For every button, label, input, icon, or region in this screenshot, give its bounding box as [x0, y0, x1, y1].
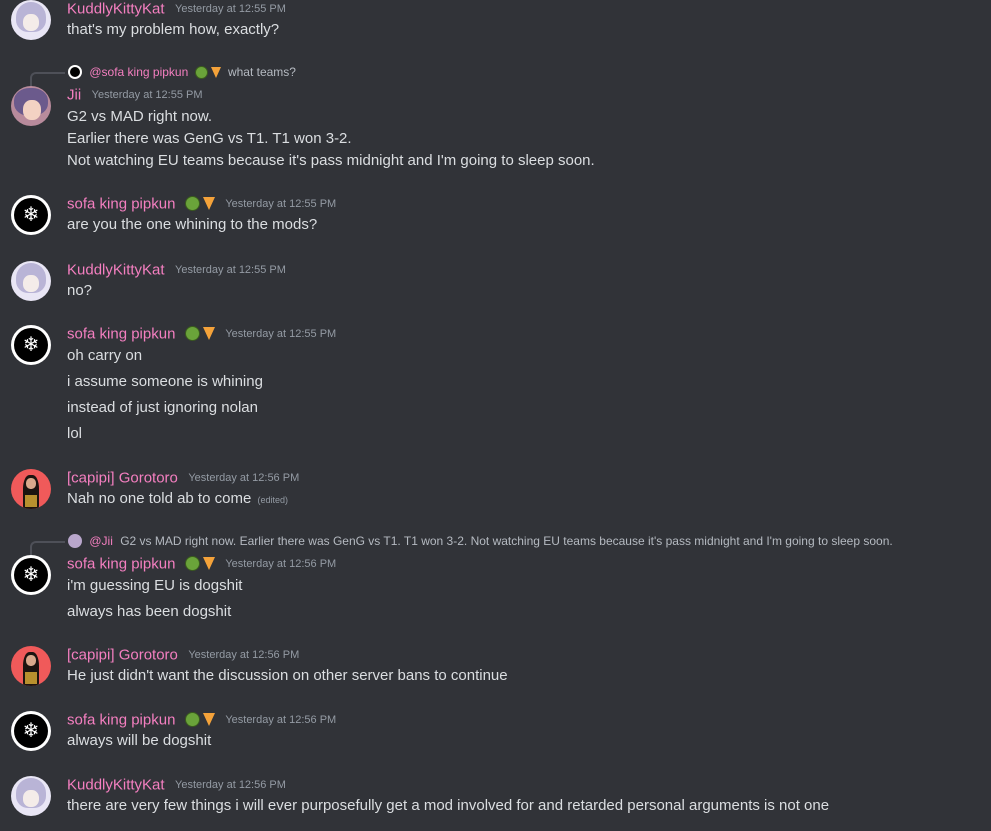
message-text: are you the one whining to the mods? — [67, 216, 318, 233]
reply-text: what teams? — [227, 64, 296, 79]
timestamp: Yesterday at 12:56 PM — [188, 471, 300, 484]
author-name[interactable]: sofa king pipkun — [67, 556, 175, 573]
author-name[interactable]: KuddlyKittyKat — [67, 261, 165, 278]
author-name[interactable]: [capipi] Gorotoro — [67, 469, 178, 486]
kiwi-icon — [194, 65, 208, 79]
reply-avatar — [68, 64, 82, 79]
kiwi-icon — [184, 712, 200, 728]
timestamp: Yesterday at 12:55 PM — [175, 2, 286, 15]
message-text: Nah no one told ab to come — [67, 490, 252, 507]
timestamp: Yesterday at 12:56 PM — [225, 558, 337, 570]
edited-label: (edited) — [257, 495, 288, 505]
avatar[interactable]: ❄ — [11, 555, 51, 595]
avatar[interactable] — [11, 469, 51, 509]
message-text: He just didn't want the discussion on ot… — [67, 667, 508, 684]
snowflake-icon: ❄ — [22, 720, 40, 742]
avatar[interactable]: ❄ — [11, 325, 51, 365]
avatar[interactable] — [11, 0, 51, 40]
message-text: no? — [67, 282, 93, 299]
author-name[interactable]: sofa king pipkun — [67, 326, 175, 343]
message-text: Not watching EU teams because it's pass … — [67, 152, 595, 169]
message-text: i assume someone is whining — [67, 373, 263, 390]
avatar[interactable] — [11, 646, 51, 686]
message-text: oh carry on — [67, 347, 143, 364]
message-text: always will be dogshit — [67, 732, 212, 749]
snowflake-icon: ❄ — [22, 564, 40, 586]
snowflake-icon: ❄ — [22, 204, 40, 226]
author-name[interactable]: sofa king pipkun — [67, 712, 175, 729]
author-name[interactable]: KuddlyKittyKat — [67, 776, 165, 793]
pizza-icon — [202, 197, 215, 211]
pizza-icon — [202, 713, 215, 727]
pizza-icon — [202, 557, 215, 571]
avatar[interactable] — [11, 261, 51, 301]
timestamp: Yesterday at 12:55 PM — [225, 198, 337, 210]
reply-text: G2 vs MAD right now. Earlier there was G… — [120, 533, 893, 548]
pizza-icon — [202, 327, 215, 341]
reply-author[interactable]: @Jii — [89, 534, 113, 548]
message-text: always has been dogshit — [67, 603, 232, 620]
author-name[interactable]: KuddlyKittyKat — [67, 0, 165, 17]
message-text: Earlier there was GenG vs T1. T1 won 3-2… — [67, 130, 352, 147]
timestamp: Yesterday at 12:55 PM — [225, 328, 337, 340]
pizza-icon — [210, 66, 221, 78]
avatar[interactable]: ❄ — [11, 711, 51, 751]
author-name[interactable]: [capipi] Gorotoro — [67, 646, 178, 663]
author-name[interactable]: sofa king pipkun — [67, 196, 175, 213]
timestamp: Yesterday at 12:56 PM — [188, 648, 300, 661]
kiwi-icon — [184, 556, 200, 572]
timestamp: Yesterday at 12:55 PM — [91, 88, 203, 101]
message-text: that's my problem how, exactly? — [67, 21, 280, 38]
snowflake-icon: ❄ — [22, 334, 40, 356]
reply-author[interactable]: @sofa king pipkun — [89, 65, 188, 79]
message-text: i'm guessing EU is dogshit — [67, 577, 243, 594]
avatar[interactable]: ❄ — [11, 195, 51, 235]
timestamp: Yesterday at 12:56 PM — [175, 778, 286, 791]
message-text: instead of just ignoring nolan — [67, 399, 258, 416]
timestamp: Yesterday at 12:56 PM — [225, 714, 337, 726]
timestamp: Yesterday at 12:55 PM — [175, 263, 286, 276]
reply-avatar — [68, 533, 82, 548]
kiwi-icon — [184, 196, 200, 212]
avatar[interactable] — [11, 776, 51, 816]
kiwi-icon — [184, 326, 200, 342]
author-name[interactable]: Jii — [67, 86, 81, 103]
message-text: G2 vs MAD right now. — [67, 108, 213, 125]
avatar[interactable] — [11, 86, 51, 126]
message-text: there are very few things i will ever pu… — [67, 797, 830, 814]
message-text: lol — [67, 425, 83, 442]
